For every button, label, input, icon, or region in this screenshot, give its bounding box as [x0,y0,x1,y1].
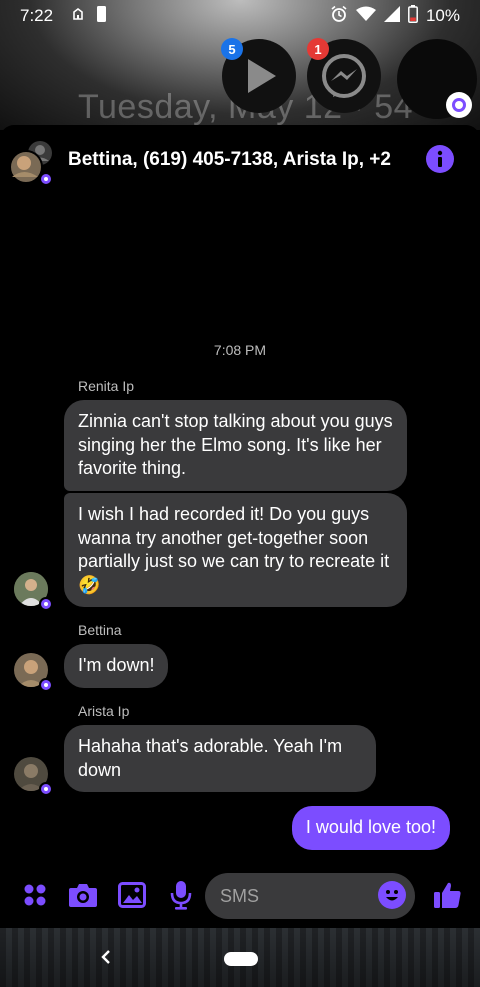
sms-input[interactable] [220,885,370,907]
chat-panel: Bettina, (619) 405-7138, Arista Ip, +2 7… [0,125,480,928]
camera-icon[interactable] [68,880,98,910]
gallery-icon[interactable] [117,880,147,910]
avatar[interactable] [14,653,53,692]
messenger-status-icon [39,782,53,796]
more-apps-icon[interactable] [20,880,50,910]
emoji-icon[interactable] [378,881,406,909]
messenger-status-icon [39,678,53,692]
message-bubble[interactable]: I wish I had recorded it! Do you guys wa… [64,493,407,607]
alarm-icon [330,5,348,28]
notification-icon [71,6,85,26]
battery-percent: 10% [425,6,460,25]
system-nav-bar [0,928,480,987]
composer-bar [0,868,480,928]
messenger-badge: 1 [307,38,329,60]
avatar[interactable] [14,757,53,796]
message-timestamp: 7:08 PM [213,342,267,358]
back-icon[interactable] [98,946,114,973]
home-button[interactable] [224,952,258,966]
bubble-icon[interactable] [446,92,472,118]
conversation-title[interactable]: Bettina, (619) 405-7138, Arista Ip, +2 [68,149,391,171]
phone-icon [97,5,107,27]
microphone-icon[interactable] [166,880,196,910]
sender-name: Bettina [78,622,122,638]
thumbs-up-icon[interactable] [432,880,462,910]
sender-name: Renita Ip [78,378,135,394]
status-bar: 7:22 10% [0,0,480,32]
video-badge: 5 [221,38,243,60]
message-bubble[interactable]: I'm down! [64,644,169,688]
status-time: 7:22 [20,6,54,25]
group-avatar[interactable] [8,139,56,187]
sender-name: Arista Ip [78,703,130,719]
info-icon[interactable] [426,145,454,173]
message-bubble[interactable]: Zinnia can't stop talking about you guys… [64,400,407,491]
my-message-bubble[interactable]: I would love too! [291,806,450,850]
messenger-status-icon [39,597,53,611]
signal-icon [383,5,400,27]
message-bubble[interactable]: Hahaha that's adorable. Yeah I'm down [64,725,376,792]
conversation-header: Bettina, (619) 405-7138, Arista Ip, +2 [0,139,480,187]
wifi-icon [355,6,376,27]
avatar[interactable] [14,572,53,611]
battery-icon [408,4,418,28]
